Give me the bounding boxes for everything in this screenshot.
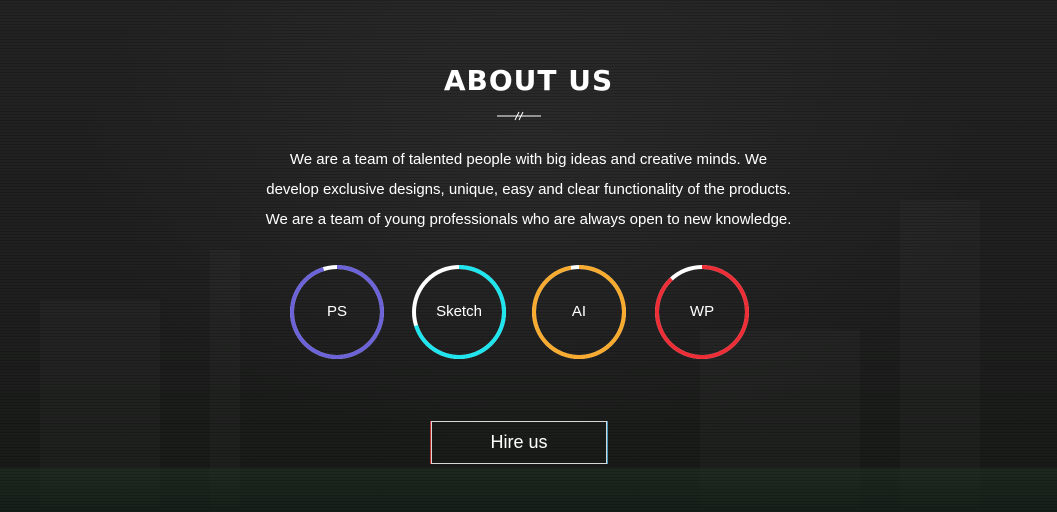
skill-ps: PS [288, 263, 386, 361]
description-line: develop exclusive designs, unique, easy … [266, 181, 791, 198]
about-section: ABOUT US We are a team of talented peopl… [0, 0, 1057, 512]
skill-wp: WP [653, 263, 751, 361]
hire-us-button[interactable]: Hire us [431, 421, 607, 464]
title-divider-icon [497, 111, 541, 121]
skill-label: PS [326, 303, 347, 320]
skill-label: AI [571, 303, 587, 320]
skill-sketch: Sketch [410, 263, 508, 361]
skills-row: PS Sketch AI WP [0, 263, 1057, 361]
section-title: ABOUT US [443, 64, 614, 97]
skill-label: WP [689, 303, 715, 320]
background-bottom-band [0, 468, 1057, 512]
description-line: We are a team of talented people with bi… [289, 151, 768, 168]
skill-ai: AI [530, 263, 628, 361]
section-description: We are a team of talented people with bi… [228, 145, 829, 235]
skill-label: Sketch [436, 303, 482, 320]
description-line: We are a team of young professionals who… [265, 211, 792, 228]
